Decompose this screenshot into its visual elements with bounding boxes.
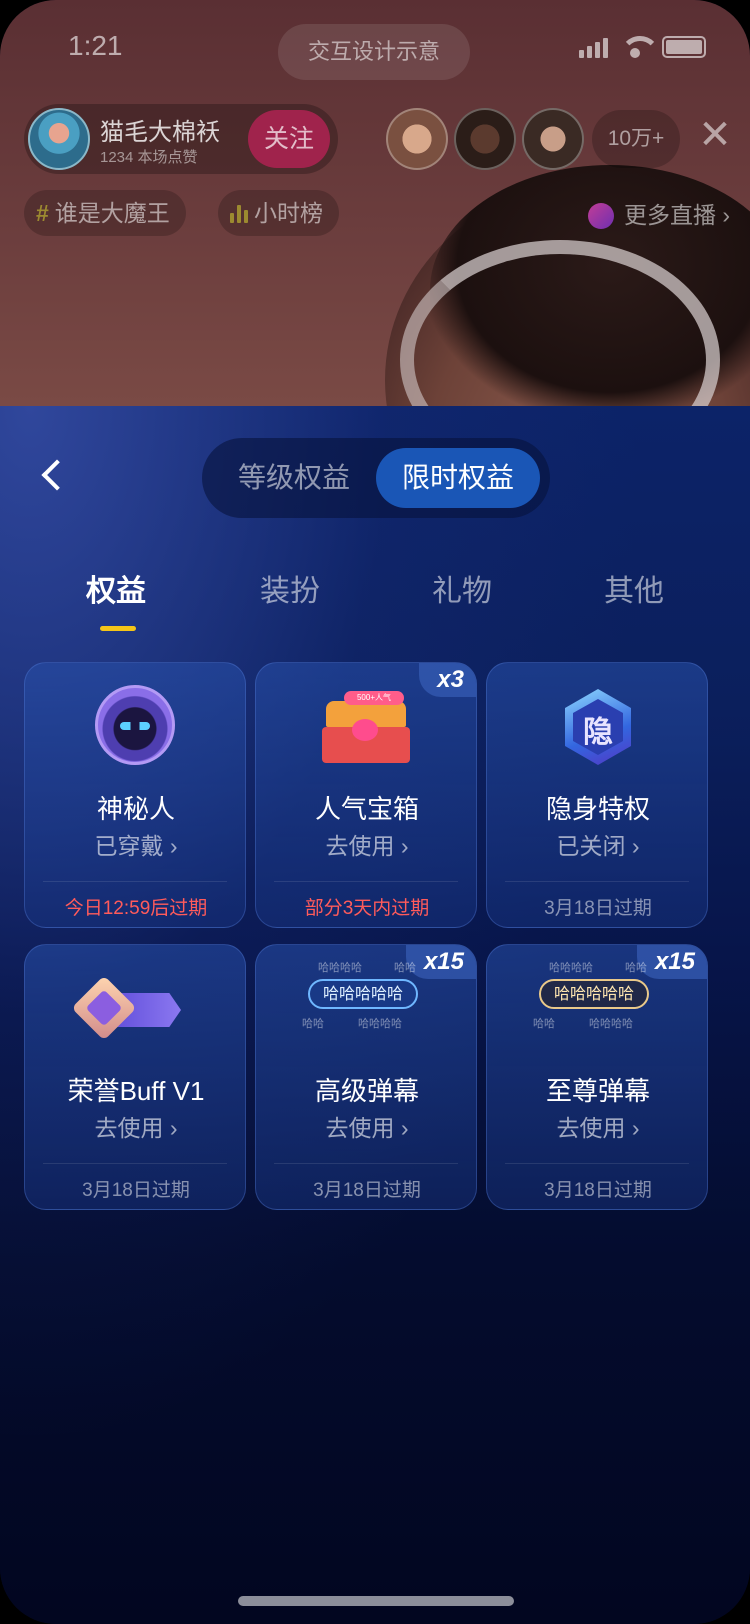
danmu-sample-text: 哈哈	[394, 962, 416, 974]
benefit-action[interactable]: 已穿戴 ›	[25, 827, 245, 861]
hourly-rank-label: 小时榜	[254, 200, 323, 226]
back-arrow-icon[interactable]	[36, 458, 72, 494]
divider	[274, 1163, 458, 1164]
benefit-action[interactable]: 已关闭 ›	[487, 827, 707, 861]
status-bar: 1:21 交互设计示意	[0, 0, 750, 92]
benefit-card-honor-buff[interactable]: 荣誉Buff V1 去使用 › 3月18日过期	[24, 944, 246, 1210]
benefit-card-invisible[interactable]: 隐 隐身特权 已关闭 › 3月18日过期	[486, 662, 708, 928]
benefit-expire: 今日12:59后过期	[64, 898, 208, 919]
tab-level-benefits[interactable]: 等级权益	[220, 448, 368, 508]
status-icons	[579, 36, 706, 58]
invisible-glyph: 隐	[583, 716, 613, 749]
benefit-title: 隐身特权	[545, 794, 650, 824]
wifi-icon	[620, 36, 660, 58]
danmu-sample-text: 哈哈哈哈	[358, 1018, 402, 1030]
status-time: 1:21	[68, 30, 123, 61]
viewer-avatars[interactable]	[386, 108, 584, 170]
supreme-danmu-icon: 哈哈哈哈 哈哈 哈哈哈哈哈 哈哈 哈哈哈哈	[487, 955, 707, 1035]
host-likes: 1234 本场点赞	[100, 149, 198, 166]
tab-outfits[interactable]: 装扮	[230, 566, 350, 610]
danmu-sample-text: 哈哈哈哈	[589, 1018, 633, 1030]
mystery-person-icon	[95, 685, 175, 765]
divider	[505, 881, 689, 882]
benefit-card-treasure[interactable]: x3 500+人气 人气宝箱 去使用 › 部分3天内过期	[255, 662, 477, 928]
hash-icon: #	[36, 200, 49, 226]
viewer-avatar[interactable]	[522, 108, 584, 170]
danmu-chip: 哈哈哈哈哈	[308, 979, 418, 1009]
honor-buff-icon	[71, 975, 181, 1041]
benefit-card-supreme-danmu[interactable]: x15 哈哈哈哈 哈哈 哈哈哈哈哈 哈哈 哈哈哈哈 至尊弹幕 去使用 › 3月1…	[486, 944, 708, 1210]
benefit-action[interactable]: 去使用 ›	[256, 827, 476, 861]
viewer-avatar[interactable]	[454, 108, 516, 170]
treasure-chest-icon: 500+人气	[322, 691, 410, 763]
tab-gifts[interactable]: 礼物	[402, 566, 522, 610]
benefit-action[interactable]: 去使用 ›	[487, 1109, 707, 1143]
benefit-title: 神秘人	[96, 794, 175, 824]
viewer-count[interactable]: 10万+	[592, 110, 680, 168]
benefit-title: 人气宝箱	[314, 794, 419, 824]
divider	[505, 1163, 689, 1164]
follow-button[interactable]: 关注	[248, 110, 330, 168]
danmu-sample-text: 哈哈哈哈	[318, 962, 362, 974]
benefit-expire: 3月18日过期	[544, 898, 652, 919]
signal-icon	[579, 38, 608, 58]
close-icon[interactable]: ✕	[698, 115, 732, 155]
invisible-hex-icon: 隐	[559, 685, 637, 769]
host-info[interactable]: 猫毛大棉袄 1234 本场点赞 关注	[24, 104, 338, 174]
danmu-sample-text: 哈哈	[625, 962, 647, 974]
phone-screen: 1:21 交互设计示意 猫毛大棉袄 1234 本场点赞 关注 10万+ ✕ # 谁…	[0, 0, 750, 1624]
benefits-panel: 等级权益 限时权益 权益 装扮 礼物 其他 神秘人 已穿戴 › 今日12:59后…	[0, 406, 750, 1624]
active-tab-indicator	[100, 626, 136, 631]
benefit-title: 荣誉Buff V1	[67, 1076, 205, 1106]
benefit-expire: 部分3天内过期	[304, 898, 430, 919]
danmu-chip: 哈哈哈哈哈	[539, 979, 649, 1009]
benefit-title: 高级弹幕	[314, 1076, 419, 1106]
live-orb-icon	[588, 203, 614, 229]
host-avatar[interactable]	[28, 108, 90, 170]
danmu-sample-text: 哈哈哈哈	[549, 962, 593, 974]
benefit-card-mystery[interactable]: 神秘人 已穿戴 › 今日12:59后过期	[24, 662, 246, 928]
topic-tag[interactable]: # 谁是大魔王	[24, 190, 186, 236]
hourly-rank-tag[interactable]: 小时榜	[218, 190, 339, 236]
tab-other[interactable]: 其他	[574, 566, 694, 610]
design-label: 交互设计示意	[278, 24, 470, 80]
category-tabs: 权益 装扮 礼物 其他	[0, 566, 750, 626]
divider	[43, 881, 227, 882]
benefit-expire: 3月18日过期	[313, 1180, 421, 1201]
rank-bars-icon	[230, 203, 248, 223]
divider	[43, 1163, 227, 1164]
benefit-expire: 3月18日过期	[544, 1180, 652, 1201]
divider	[274, 881, 458, 882]
benefit-action[interactable]: 去使用 ›	[256, 1109, 476, 1143]
chest-label: 500+人气	[344, 691, 404, 705]
danmu-sample-text: 哈哈	[533, 1018, 555, 1030]
home-indicator[interactable]	[238, 1596, 514, 1606]
benefit-type-switch: 等级权益 限时权益	[202, 438, 550, 518]
tab-benefits[interactable]: 权益	[56, 566, 176, 610]
viewer-avatar[interactable]	[386, 108, 448, 170]
benefit-card-advanced-danmu[interactable]: x15 哈哈哈哈 哈哈 哈哈哈哈哈 哈哈 哈哈哈哈 高级弹幕 去使用 › 3月1…	[255, 944, 477, 1210]
benefit-action[interactable]: 去使用 ›	[25, 1109, 245, 1143]
advanced-danmu-icon: 哈哈哈哈 哈哈 哈哈哈哈哈 哈哈 哈哈哈哈	[256, 955, 476, 1035]
benefit-title: 至尊弹幕	[545, 1076, 650, 1106]
danmu-sample-text: 哈哈	[302, 1018, 324, 1030]
more-live-label: 更多直播 ›	[624, 202, 731, 228]
host-name: 猫毛大棉袄	[100, 119, 220, 146]
topic-tag-label: 谁是大魔王	[54, 200, 170, 226]
tab-limited-benefits[interactable]: 限时权益	[376, 448, 540, 508]
benefit-expire: 3月18日过期	[82, 1180, 190, 1201]
more-live-link[interactable]: 更多直播 ›	[588, 196, 730, 230]
battery-icon	[662, 36, 706, 58]
